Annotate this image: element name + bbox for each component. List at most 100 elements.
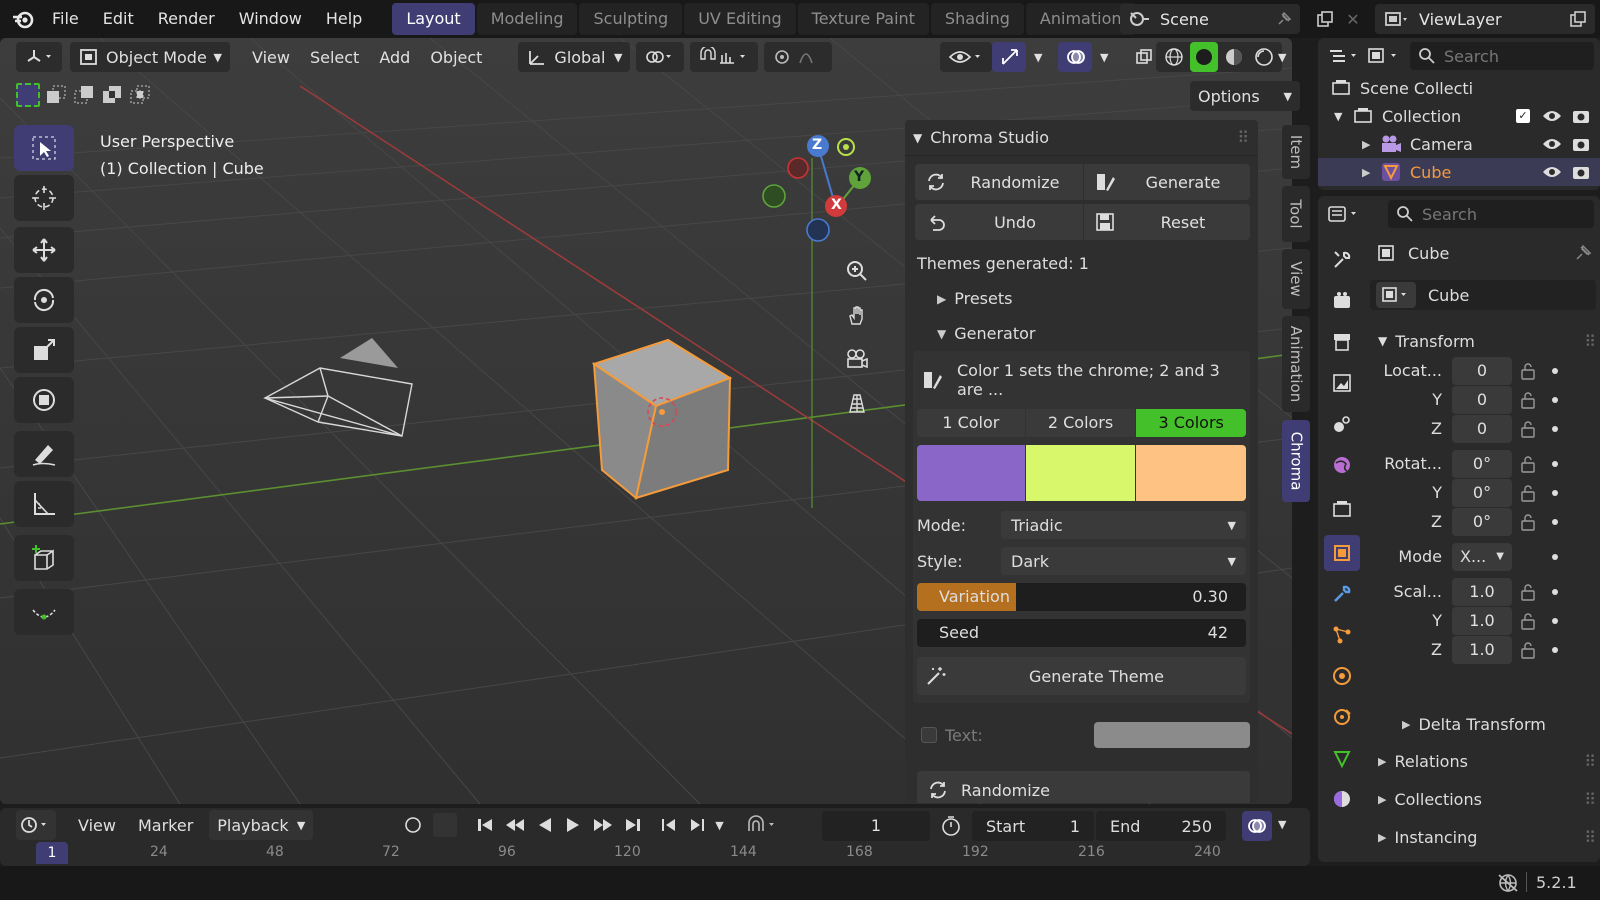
camera-view-icon[interactable] [842, 344, 872, 374]
tab-particles-icon[interactable] [1324, 617, 1360, 653]
tab-render-icon[interactable] [1324, 283, 1360, 319]
tool-measure[interactable] [14, 481, 74, 527]
tab-shading[interactable]: Shading [930, 3, 1024, 35]
undo-button[interactable]: Undo [915, 204, 1083, 240]
orientation-dropdown[interactable]: Global ▼ [518, 42, 631, 72]
snap-dropdown[interactable] [690, 42, 759, 72]
next-keyframe-icon[interactable] [591, 816, 615, 834]
ortho-grid-icon[interactable] [842, 388, 872, 418]
pin-icon[interactable] [1276, 11, 1292, 27]
keyframe-dot-icon[interactable] [1552, 425, 1558, 432]
reset-button[interactable]: Reset [1083, 204, 1250, 240]
delete-scene-icon[interactable]: ✕ [1338, 4, 1368, 34]
stopwatch-icon[interactable] [940, 815, 962, 837]
object-datablock-icon[interactable] [1376, 282, 1416, 308]
tool-transform[interactable] [14, 377, 74, 423]
tool-select[interactable] [14, 125, 74, 171]
tab-3-colors[interactable]: 3 Colors [1136, 409, 1246, 437]
select-new-icon[interactable] [16, 83, 40, 107]
timeline-overlay-icon[interactable] [1242, 811, 1272, 841]
outliner-row-cube[interactable]: ▶ Cube [1318, 158, 1600, 186]
new-viewlayer-icon[interactable] [1569, 10, 1587, 28]
tab-material-icon[interactable] [1324, 781, 1360, 817]
material-shading-icon[interactable] [1220, 42, 1248, 72]
outliner-row-scene-collection[interactable]: Scene Collecti [1318, 74, 1600, 102]
keyframe-dot-icon[interactable] [1552, 518, 1558, 525]
mode-dropdown[interactable]: Object Mode ▼ [70, 42, 230, 72]
lock-icon[interactable] [1520, 391, 1540, 409]
object-datablock-name[interactable]: Cube [1428, 286, 1469, 305]
panel-header[interactable]: ▼ Chroma Studio ⠿ [905, 120, 1258, 156]
tab-2-colors[interactable]: 2 Colors [1025, 409, 1136, 437]
chevron-down-icon[interactable]: ▼ [1092, 42, 1116, 72]
camera-render-icon[interactable] [1572, 108, 1590, 124]
viewlayer-selector[interactable]: ViewLayer [1375, 4, 1595, 34]
keying-icon[interactable] [746, 815, 780, 835]
play-reverse-icon[interactable] [535, 816, 555, 834]
jump-start-icon[interactable] [475, 816, 495, 834]
swatch-color-2[interactable] [1025, 445, 1136, 501]
overlay-toggle[interactable] [1058, 42, 1092, 72]
tab-uv-editing[interactable]: UV Editing [684, 3, 796, 35]
delta-transform-header[interactable]: ▶ Delta Transform [1370, 706, 1596, 742]
generator-subpanel-header[interactable]: ▼ Generator [937, 324, 1258, 343]
tab-sculpting[interactable]: Sculpting [579, 3, 683, 35]
keyframe-dot-icon[interactable] [1552, 588, 1558, 595]
xray-toggle[interactable] [1126, 42, 1156, 72]
proportional-edit[interactable] [764, 42, 833, 72]
timeline-editor-icon[interactable] [16, 810, 56, 840]
keyframe-dot-icon[interactable] [1552, 646, 1558, 653]
location-field[interactable]: 0 [1452, 414, 1512, 443]
tab-modeling[interactable]: Modeling [476, 3, 578, 35]
scene-selector[interactable]: Scene [1120, 4, 1300, 34]
side-tab-animation[interactable]: Animation [1282, 316, 1310, 412]
chevron-down-icon[interactable]: ▼ [1334, 110, 1352, 123]
current-frame-field[interactable]: 1 [822, 811, 930, 841]
side-tab-chroma[interactable]: Chroma [1282, 420, 1310, 502]
properties-search-input[interactable]: Search [1388, 200, 1594, 228]
next-frame-icon[interactable] [687, 816, 707, 834]
tool-scale[interactable] [14, 327, 74, 373]
outliner-row-camera[interactable]: ▶ Camera [1318, 130, 1600, 158]
keyframe-dot-icon[interactable] [1552, 396, 1558, 403]
generate-button[interactable]: Generate [1083, 164, 1250, 200]
tab-object-icon[interactable] [1324, 535, 1360, 571]
drag-handle-icon[interactable]: ⠿ [1584, 790, 1596, 809]
pivot-dropdown[interactable] [636, 42, 685, 72]
wireframe-shading-icon[interactable] [1160, 42, 1188, 72]
playback-dropdown[interactable]: Playback ▼ [209, 810, 314, 840]
blender-logo-icon[interactable] [6, 4, 40, 34]
camera-render-icon[interactable] [1572, 164, 1590, 180]
visibility-dropdown[interactable] [940, 42, 992, 72]
keyframe-dot-icon[interactable] [1552, 367, 1558, 374]
tool-move[interactable] [14, 227, 74, 273]
tab-layout[interactable]: Layout [392, 3, 475, 35]
solid-shading-icon[interactable] [1190, 42, 1218, 72]
editor-type-button[interactable] [16, 42, 62, 72]
record-icon[interactable] [403, 815, 423, 835]
side-tab-view[interactable]: View [1282, 249, 1310, 309]
menu-file[interactable]: File [40, 0, 91, 38]
chevron-right-icon[interactable]: ▶ [1362, 166, 1380, 179]
menu-object[interactable]: Object [422, 42, 490, 72]
randomize-button-2[interactable]: Randomize [917, 771, 1250, 803]
gizmo-z-label[interactable]: Z [812, 137, 822, 153]
swatch-color-1[interactable] [917, 445, 1025, 501]
tool-add-cube[interactable] [14, 535, 74, 581]
display-mode-icon[interactable] [1364, 41, 1404, 71]
chevron-down-icon[interactable]: ▼ [715, 819, 723, 832]
tab-collection-icon[interactable] [1324, 491, 1360, 527]
rotation-field[interactable]: 0° [1452, 507, 1512, 536]
pin-icon[interactable] [1574, 244, 1592, 262]
text-checkbox[interactable] [921, 727, 937, 743]
tab-modifiers-icon[interactable] [1324, 576, 1360, 612]
camera-render-icon[interactable] [1572, 136, 1590, 152]
lock-icon[interactable] [1520, 362, 1540, 380]
randomize-button[interactable]: Randomize [915, 164, 1083, 200]
rotation-field[interactable]: 0° [1452, 449, 1512, 478]
auto-keying-toggle[interactable] [433, 813, 458, 837]
select-subtract-icon[interactable] [72, 83, 96, 107]
lock-icon[interactable] [1520, 484, 1540, 502]
options-dropdown[interactable]: Options ▼ [1190, 81, 1300, 111]
tab-data-icon[interactable] [1324, 740, 1360, 776]
